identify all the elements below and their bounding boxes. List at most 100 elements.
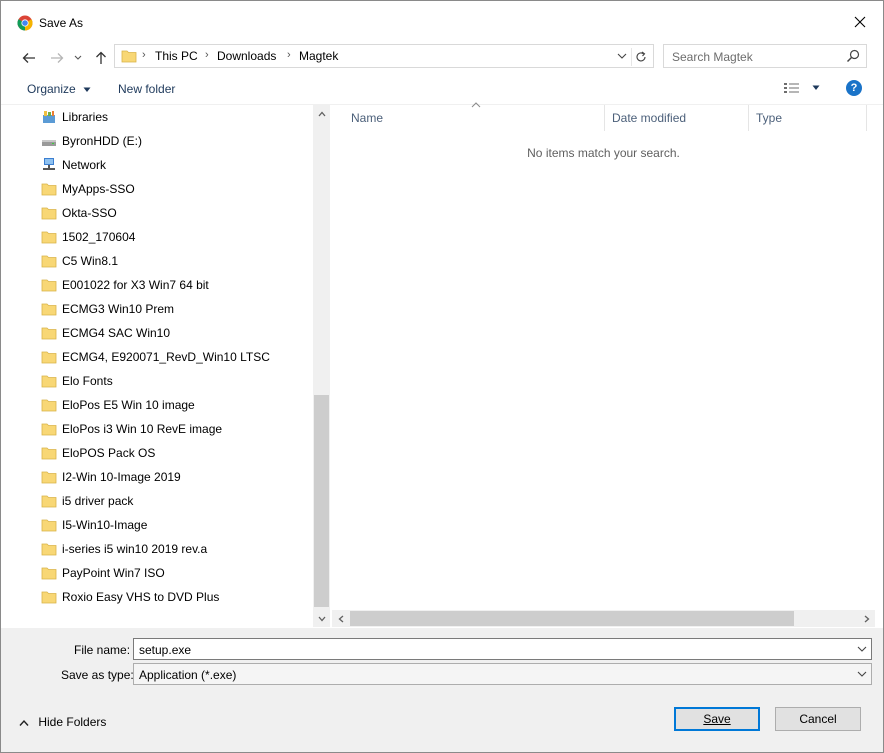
nav-tree-item[interactable]: EloPOS Pack OS	[9, 441, 313, 465]
chevron-down-icon[interactable]	[617, 49, 627, 63]
chevron-up-icon	[19, 719, 29, 726]
folder-icon	[41, 231, 57, 244]
nav-tree-item[interactable]: ByronHDD (E:)	[9, 129, 313, 153]
nav-tree-item[interactable]: PayPoint Win7 ISO	[9, 561, 313, 585]
nav-tree-item[interactable]: MyApps-SSO	[9, 177, 313, 201]
nav-tree-label: Roxio Easy VHS to DVD Plus	[62, 590, 220, 604]
column-header-name[interactable]: Name	[351, 105, 603, 131]
save-type-select[interactable]: Application (*.exe)	[133, 663, 872, 685]
column-divider[interactable]	[866, 105, 867, 131]
chevron-up-icon	[318, 111, 325, 116]
change-view-button[interactable]	[783, 81, 820, 98]
drive-icon	[42, 140, 56, 146]
arrow-up-icon	[96, 51, 106, 64]
nav-tree-item[interactable]: Roxio Easy VHS to DVD Plus	[9, 585, 313, 609]
files-horizontal-scrollbar[interactable]	[332, 610, 875, 627]
address-bar[interactable]: › This PC › Downloads › Magtek	[114, 44, 654, 68]
breadcrumb-this-pc[interactable]: This PC	[155, 49, 198, 63]
save-type-label: Save as type:	[61, 668, 134, 682]
nav-tree-item[interactable]: i5 driver pack	[9, 489, 313, 513]
save-type-value: Application (*.exe)	[139, 668, 237, 682]
organize-label: Organize	[27, 82, 76, 96]
file-name-value: setup.exe	[139, 643, 192, 657]
folder-icon	[41, 447, 57, 460]
nav-tree-item[interactable]: Libraries	[9, 105, 313, 129]
folder-icon	[41, 567, 57, 580]
scroll-right-button[interactable]	[858, 610, 875, 627]
column-name-label: Name	[351, 111, 384, 125]
organize-button[interactable]: Organize	[27, 82, 91, 96]
nav-tree-item[interactable]: Elo Fonts	[9, 369, 313, 393]
folder-icon	[41, 399, 57, 412]
folder-icon	[41, 279, 57, 292]
recent-locations-button[interactable]	[71, 47, 85, 69]
arrow-left-icon	[22, 53, 35, 63]
search-input[interactable]: Search Magtek	[663, 44, 867, 68]
breadcrumb-separator: ›	[205, 49, 209, 61]
cancel-button[interactable]: Cancel	[775, 707, 861, 731]
nav-tree-item[interactable]: Okta-SSO	[9, 201, 313, 225]
nav-tree-item[interactable]: I2-Win 10-Image 2019	[9, 465, 313, 489]
folder-icon	[41, 591, 57, 604]
nav-tree-item[interactable]: Network	[9, 153, 313, 177]
nav-tree-item[interactable]: 1502_170604	[9, 225, 313, 249]
column-header-type[interactable]: Type	[756, 105, 866, 131]
scroll-down-button[interactable]	[313, 610, 330, 627]
up-button[interactable]	[90, 47, 112, 69]
details-view-icon	[784, 83, 799, 93]
column-divider[interactable]	[748, 105, 749, 131]
nav-tree-label: Okta-SSO	[62, 206, 117, 220]
chevron-down-icon	[857, 671, 867, 677]
scroll-left-button[interactable]	[332, 610, 349, 627]
title-bar: Save As	[1, 1, 883, 45]
nav-tree-item[interactable]: I5-Win10-Image	[9, 513, 313, 537]
folder-icon	[41, 495, 57, 508]
help-icon[interactable]: ?	[846, 80, 862, 96]
nav-tree-item[interactable]: E001022 for X3 Win7 64 bit	[9, 273, 313, 297]
folder-icon	[41, 255, 57, 268]
scroll-thumb[interactable]	[350, 611, 794, 626]
scroll-up-button[interactable]	[313, 105, 330, 122]
nav-vertical-scrollbar[interactable]	[313, 105, 330, 627]
nav-tree-item[interactable]: ECMG4, E920071_RevD_Win10 LTSC	[9, 345, 313, 369]
folder-icon	[41, 471, 57, 484]
scroll-thumb[interactable]	[314, 395, 329, 607]
folder-icon	[41, 207, 57, 220]
breadcrumb-downloads[interactable]: Downloads	[217, 49, 276, 63]
libraries-icon	[43, 111, 55, 123]
nav-tree-item[interactable]: i-series i5 win10 2019 rev.a	[9, 537, 313, 561]
folder-icon	[41, 351, 57, 364]
chevron-down-icon[interactable]	[857, 644, 867, 654]
nav-tree-label: Libraries	[62, 110, 109, 124]
refresh-button[interactable]	[631, 48, 649, 66]
nav-tree-item[interactable]: EloPos E5 Win 10 image	[9, 393, 313, 417]
chevron-down-icon	[83, 87, 91, 92]
column-header-date-modified[interactable]: Date modified	[612, 105, 748, 131]
save-button[interactable]: Save	[674, 707, 760, 731]
breadcrumb-magtek[interactable]: Magtek	[299, 49, 338, 63]
hide-folders-button[interactable]: Hide Folders	[19, 715, 106, 729]
nav-tree-label: i5 driver pack	[62, 494, 134, 508]
close-icon	[854, 16, 866, 28]
navigation-pane[interactable]: Libraries ByronHDD (E:) Network MyApps-SSO O…	[9, 105, 331, 627]
nav-tree-label: ECMG4 SAC Win10	[62, 326, 171, 340]
file-name-label: File name:	[74, 643, 131, 657]
close-button[interactable]	[837, 7, 883, 37]
nav-tree-label: PayPoint Win7 ISO	[62, 566, 165, 580]
column-divider[interactable]	[604, 105, 605, 131]
back-button[interactable]	[18, 47, 40, 69]
forward-button[interactable]	[46, 47, 68, 69]
nav-tree-item[interactable]: ECMG4 SAC Win10	[9, 321, 313, 345]
new-folder-button[interactable]: New folder	[118, 82, 175, 96]
file-list[interactable]: Name Date modified Type No items match y…	[332, 102, 875, 627]
nav-tree-label: Elo Fonts	[62, 374, 113, 388]
nav-tree-label: I5-Win10-Image	[62, 518, 148, 532]
nav-tree-item[interactable]: EloPos i3 Win 10 RevE image	[9, 417, 313, 441]
folder-icon	[41, 543, 57, 556]
folder-icon	[41, 327, 57, 340]
nav-tree-item[interactable]: ECMG3 Win10 Prem	[9, 297, 313, 321]
nav-tree-item[interactable]: C5 Win8.1	[9, 249, 313, 273]
file-name-field[interactable]: setup.exe	[133, 638, 872, 660]
chrome-icon	[17, 15, 33, 31]
nav-tree-label: C5 Win8.1	[62, 254, 119, 268]
